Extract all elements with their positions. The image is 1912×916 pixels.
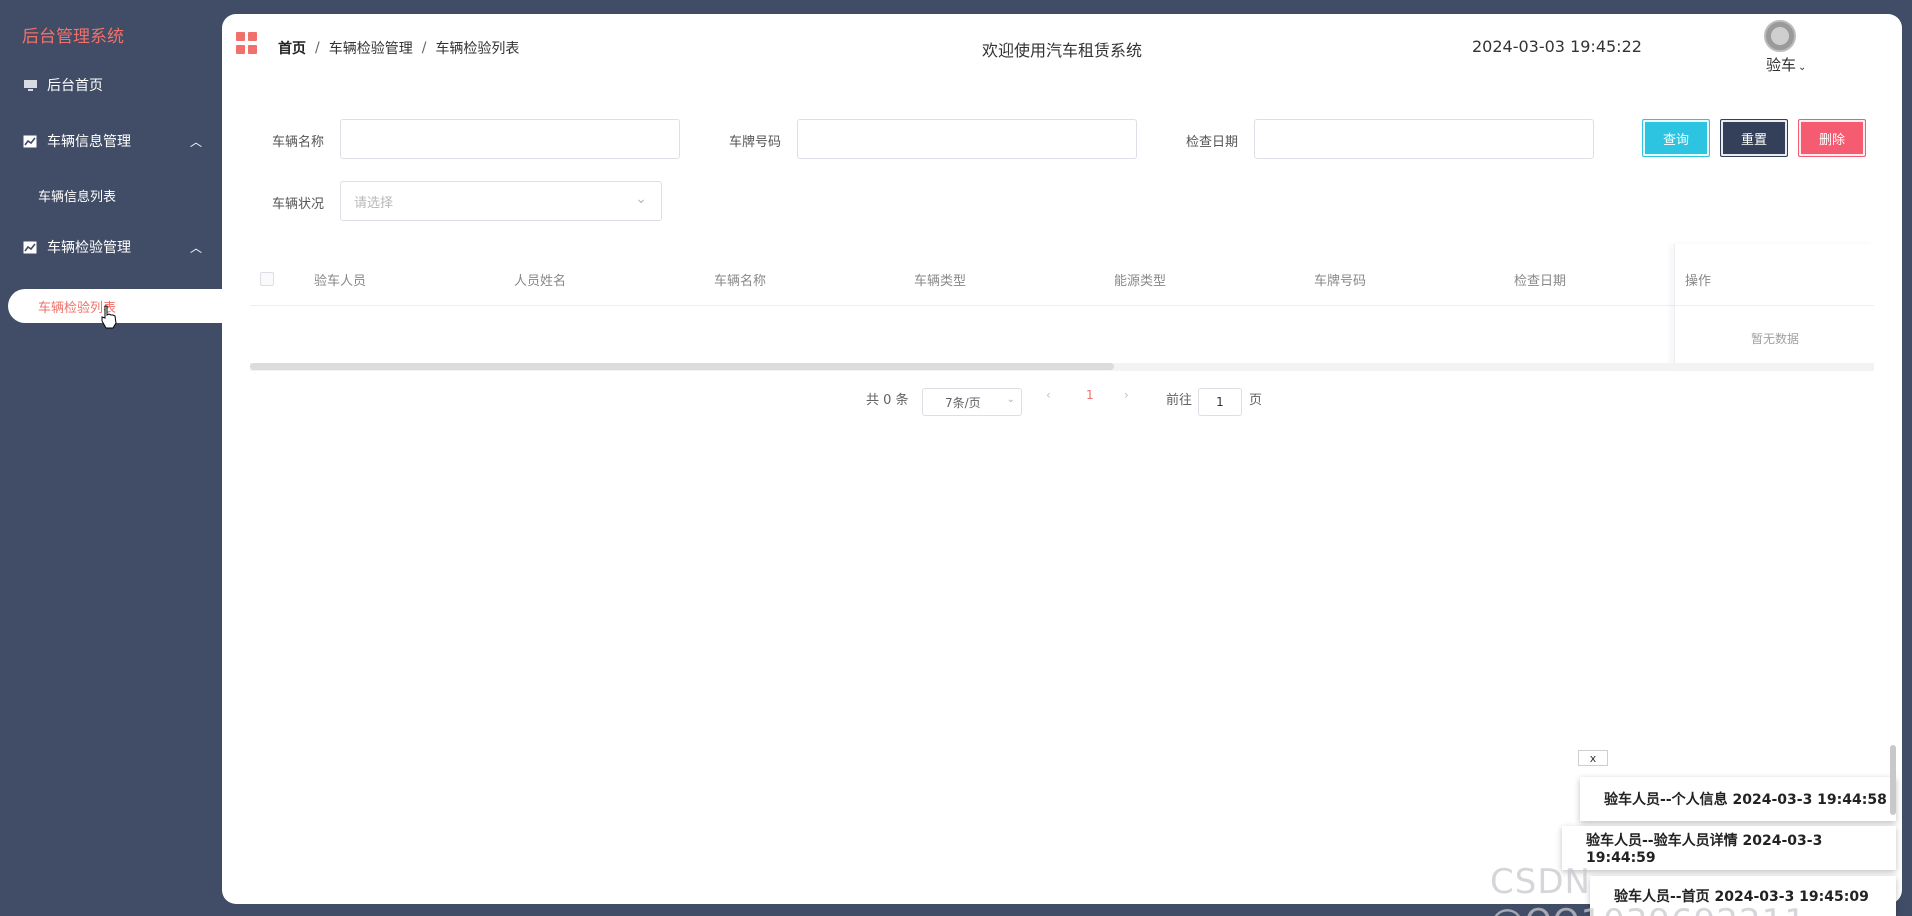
notification-scrollbar[interactable]: [1890, 745, 1896, 815]
watermark: CSDN @QQ1039692211: [1490, 862, 1806, 916]
sidebar-item-home[interactable]: 后台首页: [22, 70, 103, 100]
plate-input[interactable]: [797, 119, 1137, 159]
column-header[interactable]: 检查日期: [1514, 270, 1566, 289]
datetime: 2024-03-03 19:45:22: [1472, 37, 1642, 56]
plate-label: 车牌号码: [729, 135, 782, 150]
chevron-down-icon: ⌄: [1006, 394, 1015, 405]
inspect-date-label: 检查日期: [1186, 135, 1239, 150]
empty-text: 暂无数据: [1750, 332, 1799, 346]
user-menu[interactable]: 验车 ⌄: [1766, 54, 1806, 75]
chevron-up-icon[interactable]: ︿: [190, 133, 202, 150]
breadcrumb-item: 车辆检验列表: [435, 41, 520, 57]
status-select[interactable]: 请选择 ⌄: [340, 181, 662, 221]
goto-page-input[interactable]: 1: [1198, 388, 1242, 416]
status-placeholder: 请选择: [354, 195, 394, 211]
page-size-select[interactable]: 7条/页 ⌄: [922, 388, 1022, 416]
vehicle-name-input[interactable]: [340, 119, 680, 159]
prev-page-icon[interactable]: ‹: [1046, 388, 1051, 402]
next-page-icon[interactable]: ›: [1124, 388, 1129, 402]
column-header[interactable]: 车辆名称: [714, 270, 766, 289]
breadcrumb-item: 车辆检验管理: [328, 41, 413, 57]
chevron-down-icon: ⌄: [1798, 62, 1807, 73]
sidebar-item-label: 车辆检验管理: [47, 240, 131, 256]
chevron-down-icon: ⌄: [635, 191, 647, 207]
welcome-text: 欢迎使用汽车租赁系统: [982, 41, 1143, 60]
main-panel: 首页 / 车辆检验管理 / 车辆检验列表 欢迎使用汽车租赁系统 2024-03-…: [222, 14, 1902, 904]
notification-item: 验车人员--个人信息 2024-03-3 19:44:58: [1580, 777, 1896, 821]
page-size-value: 7条/页: [945, 395, 981, 410]
inspect-date-input[interactable]: [1254, 119, 1594, 159]
sidebar-item-vehicle-info-list[interactable]: 车辆信息列表: [38, 186, 116, 205]
goto-label: 前往: [1166, 393, 1193, 408]
column-header[interactable]: 车辆类型: [914, 270, 966, 289]
data-table: 验车人员 人员姓名 车辆名称 车辆类型 能源类型 车牌号码 检查日期: [250, 244, 1874, 306]
vehicle-name-label: 车辆名称: [272, 135, 325, 150]
sidebar-item-vehicle-inspect-mgmt[interactable]: 车辆检验管理 ︿: [22, 232, 202, 262]
avatar[interactable]: [1764, 20, 1796, 52]
column-header: 操作: [1685, 274, 1712, 289]
select-all-checkbox[interactable]: [260, 272, 274, 286]
sidebar-item-vehicle-info-mgmt[interactable]: 车辆信息管理 ︿: [22, 126, 202, 156]
sidebar-item-label: 后台首页: [47, 78, 103, 94]
column-header[interactable]: 验车人员: [314, 270, 366, 289]
column-header[interactable]: 人员姓名: [514, 270, 566, 289]
top-bar: 首页 / 车辆检验管理 / 车辆检验列表 欢迎使用汽车租赁系统 2024-03-…: [222, 14, 1902, 74]
username: 验车: [1766, 56, 1797, 74]
column-header[interactable]: 车牌号码: [1314, 270, 1366, 289]
menu-grid-icon[interactable]: [236, 32, 258, 54]
chart-icon: [22, 134, 38, 148]
delete-button[interactable]: 删除: [1798, 119, 1866, 157]
sidebar-item-vehicle-inspect-list[interactable]: 车辆检验列表: [8, 289, 228, 323]
hand-cursor-icon: [101, 305, 117, 329]
notification-close-button[interactable]: x: [1578, 750, 1608, 766]
sidebar-item-label: 车辆信息管理: [47, 134, 131, 150]
operation-column: 操作 暂无数据: [1674, 244, 1874, 368]
column-header[interactable]: 能源类型: [1114, 270, 1166, 289]
breadcrumb: 首页 / 车辆检验管理 / 车辆检验列表: [278, 38, 520, 58]
breadcrumb-home[interactable]: 首页: [278, 38, 306, 58]
chart-icon: [22, 240, 38, 254]
query-button[interactable]: 查询: [1642, 119, 1710, 157]
status-label: 车辆状况: [272, 197, 325, 212]
chevron-up-icon[interactable]: ︿: [190, 239, 202, 256]
pagination-total: 共 0 条: [866, 393, 909, 408]
monitor-icon: [22, 78, 38, 92]
reset-button[interactable]: 重置: [1720, 119, 1788, 157]
page-unit: 页: [1249, 393, 1263, 408]
sidebar: 后台管理系统 后台首页 车辆信息管理 ︿ 车辆信息列表 车辆检验管理 ︿ 车辆检…: [0, 0, 228, 916]
table-scrollbar-thumb[interactable]: [250, 363, 1114, 370]
app-logo: 后台管理系统: [22, 27, 124, 47]
page-number[interactable]: 1: [1086, 388, 1094, 402]
